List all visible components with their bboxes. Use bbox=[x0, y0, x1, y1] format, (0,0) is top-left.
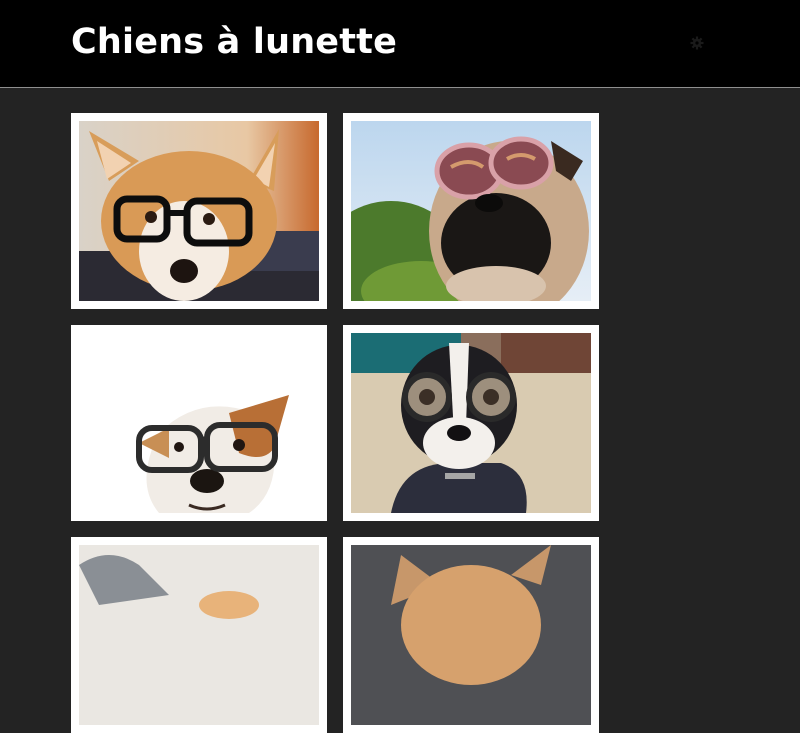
app-header: Chiens à lunette bbox=[0, 0, 800, 88]
boston-terrier-goggles-photo bbox=[351, 333, 591, 513]
photo-tile-pug[interactable] bbox=[343, 113, 599, 309]
page-title: Chiens à lunette bbox=[71, 22, 398, 62]
dog-photo-5 bbox=[79, 545, 319, 725]
photo-tile-terrier[interactable] bbox=[71, 325, 327, 521]
photo-tile-6[interactable] bbox=[343, 537, 599, 733]
pug-sunglasses-photo bbox=[351, 121, 591, 301]
photo-tile-5[interactable] bbox=[71, 537, 327, 733]
photo-tile-boston-terrier[interactable] bbox=[343, 325, 599, 521]
gear-icon[interactable] bbox=[690, 36, 704, 50]
terrier-glasses-photo bbox=[79, 333, 319, 513]
corgi-glasses-photo bbox=[79, 121, 319, 301]
photo-tile-corgi[interactable] bbox=[71, 113, 327, 309]
dog-photo-6 bbox=[351, 545, 591, 725]
